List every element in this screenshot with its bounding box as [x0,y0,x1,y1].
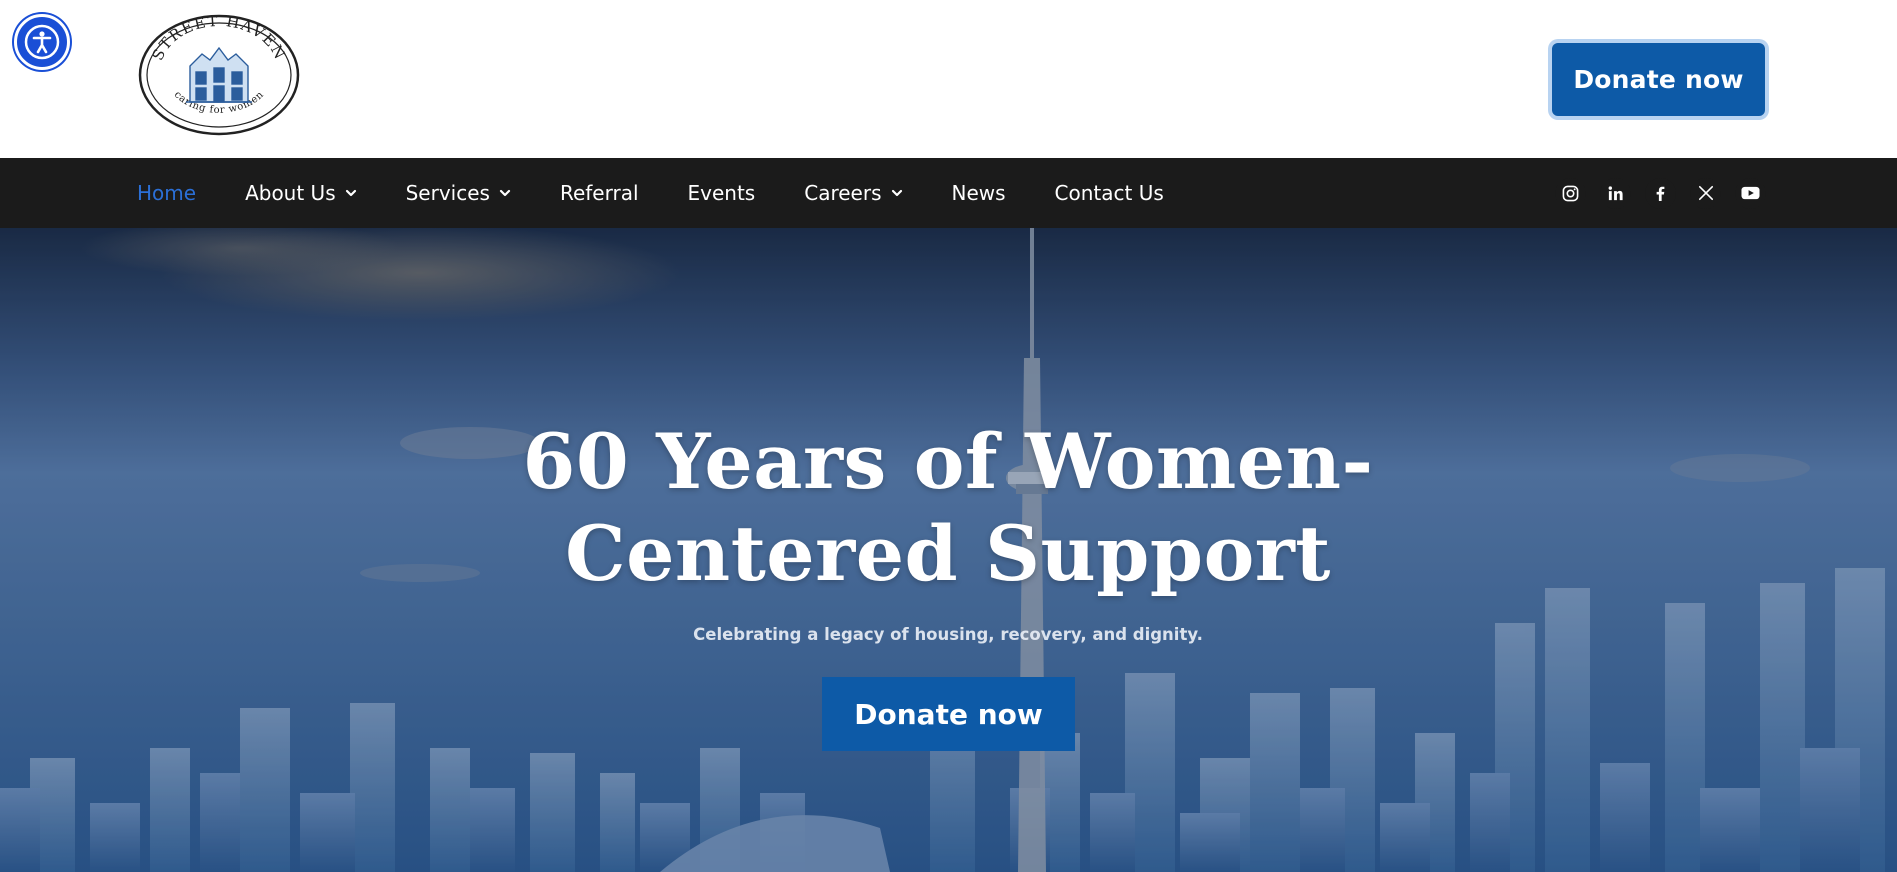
youtube-link[interactable] [1735,177,1766,209]
social-links [1555,158,1766,228]
instagram-link[interactable] [1555,177,1586,209]
hero-title: 60 Years of Women- Centered Support [448,416,1448,600]
nav-item-news[interactable]: News [952,181,1006,205]
nav-item-label: Contact Us [1054,181,1164,205]
nav-item-label: Referral [559,181,639,205]
nav-item-label: Careers [804,181,882,205]
nav-item-label: Events [687,181,756,205]
x-icon [1698,185,1713,201]
main-navigation: Home About Us Services Referral Events Career… [0,158,1897,228]
facebook-link[interactable] [1645,177,1676,209]
donate-now-hero-button[interactable]: Donate now [822,677,1075,751]
nav-item-services[interactable]: Services [406,181,511,205]
facebook-icon [1656,186,1665,201]
nav-item-label: News [951,181,1006,205]
nav-menu: Home About Us Services Referral Events Career… [137,158,1213,228]
accessibility-button[interactable] [14,14,70,70]
youtube-icon [1741,186,1760,200]
chevron-down-icon [499,189,511,197]
hero-content: 60 Years of Women- Centered Support Cele… [0,228,1897,872]
nav-item-contact-us[interactable]: Contact Us [1055,181,1164,205]
chevron-down-icon [345,189,356,197]
logo-emblem: STREET HAVEN caring for women [138,14,300,136]
accessibility-icon [24,24,60,60]
nav-item-label: Home [137,181,197,205]
hero-section: 60 Years of Women- Centered Support Cele… [0,228,1897,872]
instagram-icon [1562,185,1579,201]
x-link[interactable] [1690,177,1721,209]
hero-title-line1: 60 Years of Women- [522,417,1374,506]
donate-now-header-button[interactable]: Donate now [1552,43,1765,116]
street-haven-logo[interactable]: STREET HAVEN caring for women [138,14,300,136]
nav-item-careers[interactable]: Careers [804,181,902,205]
linkedin-icon [1608,185,1623,200]
nav-item-label: About Us [245,181,336,205]
site-header: STREET HAVEN caring for women Donate now [0,0,1897,158]
hero-title-line2: Centered Support [565,509,1331,598]
nav-item-events[interactable]: Events [688,181,756,205]
nav-item-home[interactable]: Home [137,181,196,205]
linkedin-link[interactable] [1600,177,1631,209]
nav-item-label: Services [405,181,490,205]
chevron-down-icon [891,189,902,197]
hero-subtitle: Celebrating a legacy of housing, recover… [693,625,1203,644]
nav-item-referral[interactable]: Referral [560,181,639,205]
nav-item-about-us[interactable]: About Us [245,181,357,205]
